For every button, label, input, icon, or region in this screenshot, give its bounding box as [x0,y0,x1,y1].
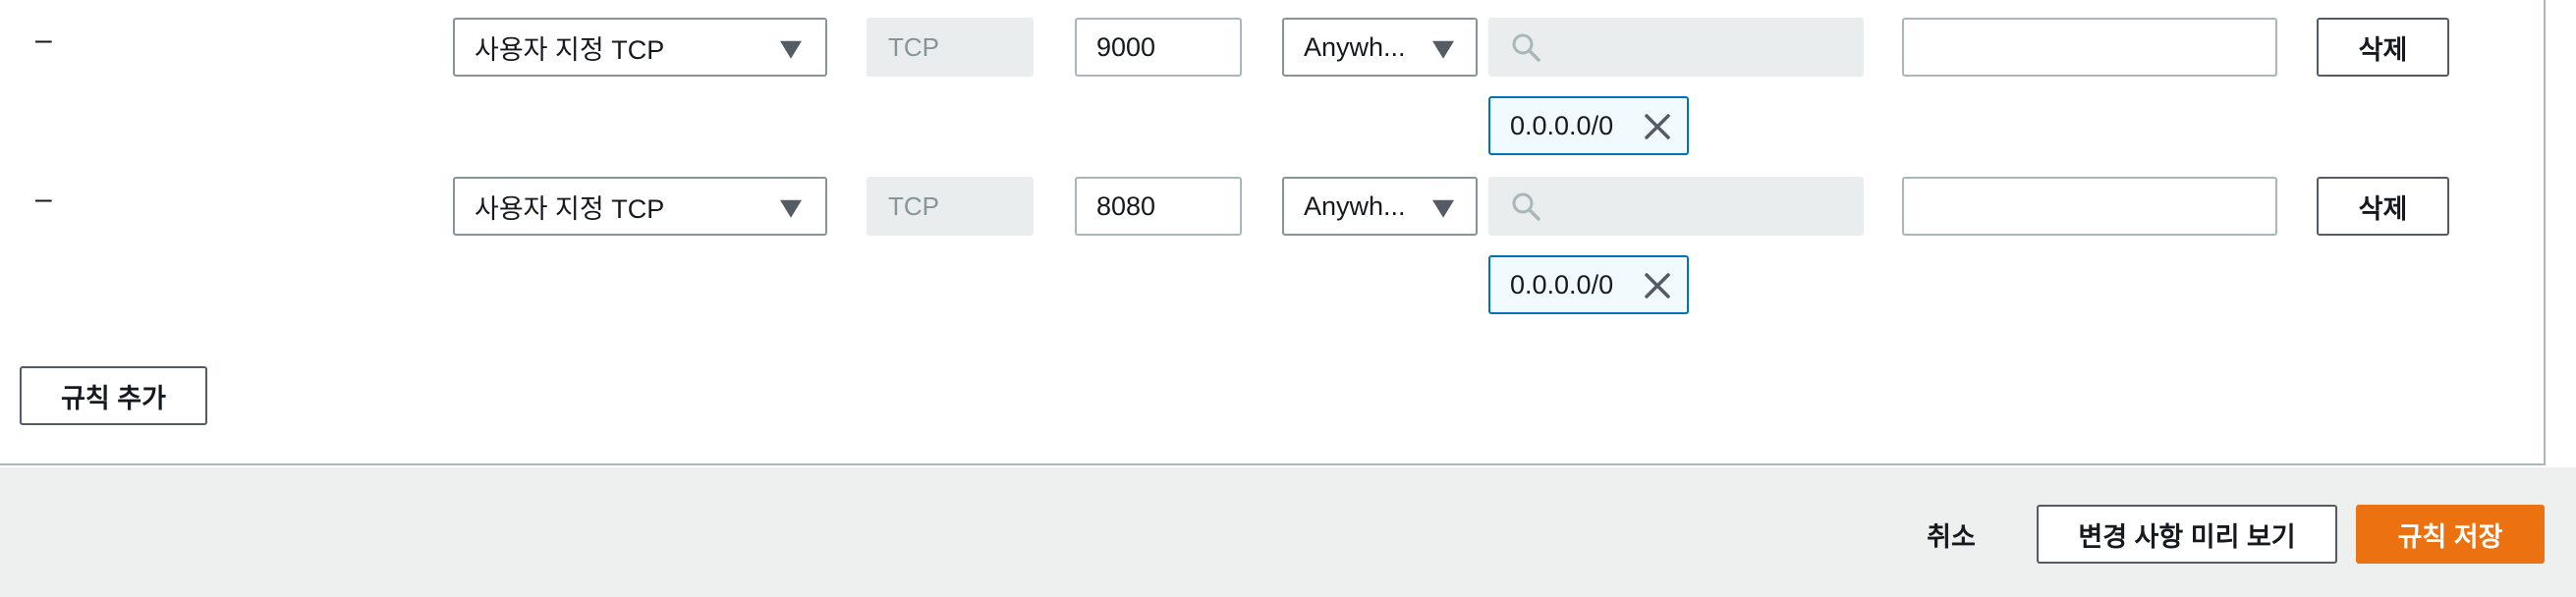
add-rule-button[interactable]: 규칙 추가 [20,366,207,425]
delete-rule-button[interactable]: 삭제 [2317,177,2449,236]
inbound-rules-panel: – 사용자 지정 TCP TCP 9000 Anywh... 0.0.0.0/0 [0,0,2546,465]
description-input[interactable] [1902,177,2277,236]
port-range-input[interactable]: 8080 [1075,177,1242,236]
source-type-select[interactable]: Anywh... [1282,18,1478,77]
port-range-value: 9000 [1096,31,1156,62]
close-icon[interactable] [1642,270,1673,301]
source-search-input[interactable] [1488,177,1864,236]
caret-down-icon [780,40,802,59]
rule-type-select[interactable]: 사용자 지정 TCP [453,18,827,77]
search-icon [1512,33,1540,62]
rule-collapse-toggle[interactable]: – [35,26,52,55]
rule-type-value: 사용자 지정 TCP [475,193,665,224]
protocol-field: TCP [867,177,1034,236]
source-search-input[interactable] [1488,18,1864,77]
close-icon[interactable] [1642,111,1673,142]
port-range-input[interactable]: 9000 [1075,18,1242,77]
protocol-value: TCP [888,31,939,62]
cancel-button[interactable]: 취소 [1904,505,1998,564]
rule-collapse-toggle[interactable]: – [35,185,52,214]
cidr-token: 0.0.0.0/0 [1488,96,1689,155]
rule-type-value: 사용자 지정 TCP [475,34,665,65]
footer-action-bar: 취소 변경 사항 미리 보기 규칙 저장 [0,467,2576,597]
cidr-token: 0.0.0.0/0 [1488,255,1689,314]
delete-rule-button[interactable]: 삭제 [2317,18,2449,77]
port-range-value: 8080 [1096,190,1156,221]
description-input[interactable] [1902,18,2277,77]
source-type-select[interactable]: Anywh... [1282,177,1478,236]
rule-type-select[interactable]: 사용자 지정 TCP [453,177,827,236]
cidr-token-label: 0.0.0.0/0 [1510,269,1614,299]
cidr-token-label: 0.0.0.0/0 [1510,110,1614,140]
source-type-value: Anywh... [1304,31,1406,62]
caret-down-icon [1432,199,1454,218]
protocol-value: TCP [888,190,939,221]
source-type-value: Anywh... [1304,190,1406,221]
protocol-field: TCP [867,18,1034,77]
caret-down-icon [780,199,802,218]
search-icon [1512,192,1540,221]
save-rules-button[interactable]: 규칙 저장 [2356,505,2545,564]
preview-changes-button[interactable]: 변경 사항 미리 보기 [2037,505,2337,564]
caret-down-icon [1432,40,1454,59]
